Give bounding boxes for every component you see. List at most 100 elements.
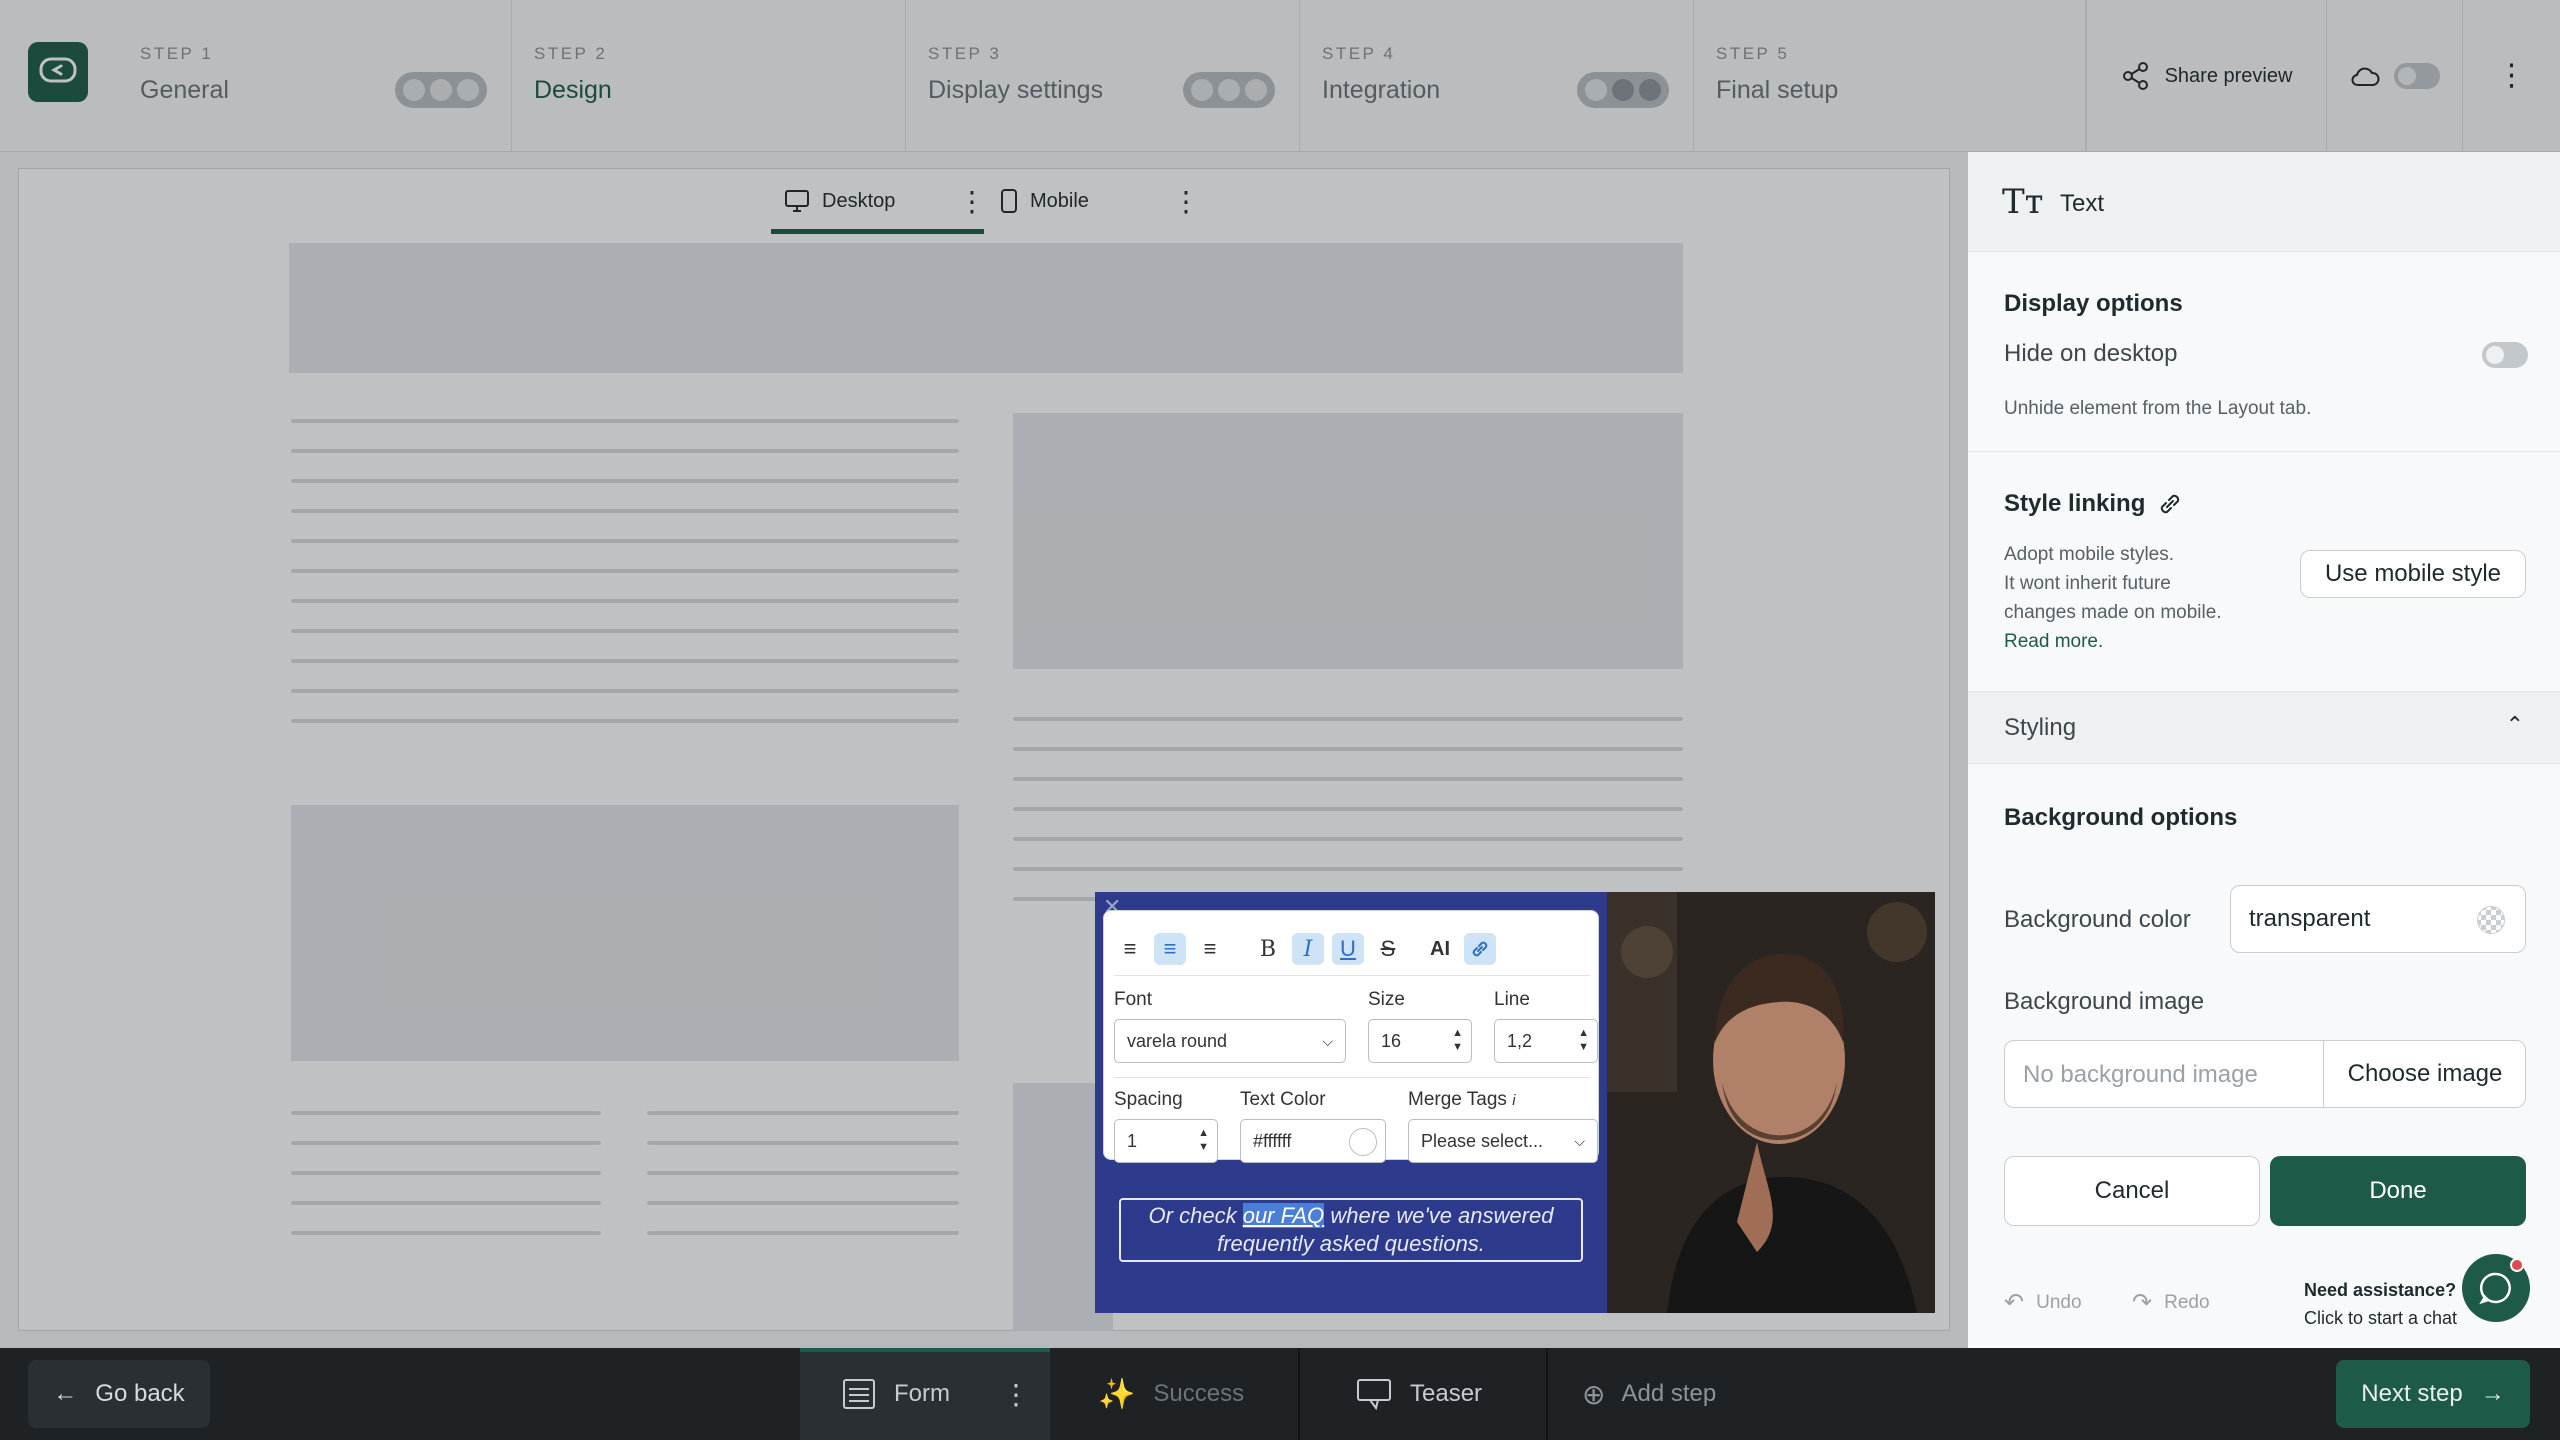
link-icon [2161, 494, 2180, 514]
arrow-left-icon: ← [53, 1380, 78, 1407]
person-image [1607, 892, 1935, 1313]
styling-heading: Styling [2004, 714, 2077, 741]
undo-button[interactable]: ↶ Undo [2004, 1288, 2082, 1317]
popup-content-area: ✕ ≡ ≡ ≡ B I U S AI Font varela round ⌵ S… [1095, 892, 1607, 1313]
stepper-arrows-icon[interactable]: ▲ ▼ [1198, 1126, 1209, 1154]
font-select[interactable]: varela round ⌵ [1114, 1019, 1346, 1063]
align-right-icon[interactable]: ≡ [1194, 933, 1226, 965]
faq-link[interactable]: our FAQ [1242, 1203, 1325, 1228]
ai-icon[interactable]: AI [1424, 933, 1456, 965]
add-step-label: Add step [1621, 1380, 1717, 1407]
use-mobile-style-button[interactable]: Use mobile style [2300, 550, 2526, 598]
merge-tags-label-text: Merge Tags [1408, 1089, 1507, 1110]
plus-circle-icon: ⊕ [1582, 1378, 1606, 1410]
hide-on-desktop-toggle[interactable] [2482, 342, 2528, 368]
read-more-link[interactable]: Read more. [2004, 627, 2222, 656]
color-swatch[interactable] [1349, 1128, 1377, 1156]
transparent-swatch-icon[interactable] [2477, 906, 2505, 934]
hide-on-desktop-label: Hide on desktop [2004, 340, 2178, 367]
done-button[interactable]: Done [2270, 1156, 2526, 1226]
tab-form-label: Form [894, 1380, 950, 1407]
choose-image-button[interactable]: Choose image [2324, 1041, 2526, 1107]
form-icon [843, 1379, 875, 1409]
spacing-value: 1 [1127, 1130, 1138, 1151]
merge-tags-label: Merge Tags i [1408, 1089, 1516, 1111]
info-icon[interactable]: i [1512, 1092, 1515, 1109]
go-back-button[interactable]: ← Go back [28, 1360, 210, 1428]
background-options-heading: Background options [2004, 804, 2238, 831]
assist-title: Need assistance? [2304, 1280, 2457, 1300]
next-step-button[interactable]: Next step → [2336, 1360, 2530, 1428]
go-back-label: Go back [95, 1380, 185, 1407]
bottom-bar: ← Go back Form ⋮ ✨ Success Teaser ⊕ Add … [0, 1348, 2560, 1440]
tab-success[interactable]: ✨ Success [1098, 1348, 1244, 1440]
arrow-right-icon: → [2480, 1380, 2505, 1407]
teaser-icon [1357, 1379, 1391, 1410]
styling-collapse-header[interactable]: Styling ⌃ [1968, 692, 2560, 764]
background-color-value: transparent [2249, 905, 2371, 932]
display-options-heading: Display options [2004, 290, 2183, 317]
kebab-icon[interactable]: ⋮ [1002, 1378, 1030, 1411]
text-format-toolbar: ≡ ≡ ≡ B I U S AI Font varela round ⌵ Siz… [1103, 910, 1599, 1163]
redo-button[interactable]: ↷ Redo [2132, 1288, 2210, 1317]
add-step-button[interactable]: ⊕ Add step [1582, 1348, 1716, 1440]
text-type-icon: Tт [2002, 182, 2044, 222]
chevron-up-icon: ⌃ [2505, 712, 2524, 737]
tab-form-content[interactable]: Form ⋮ [842, 1348, 1030, 1440]
underline-icon[interactable]: U [1332, 933, 1364, 965]
display-options-hint: Unhide element from the Layout tab. [2004, 398, 2312, 419]
line-label: Line [1494, 989, 1530, 1010]
align-left-icon[interactable]: ≡ [1114, 933, 1146, 965]
background-color-input[interactable]: transparent [2230, 885, 2526, 953]
size-label: Size [1368, 989, 1405, 1010]
style-linking-description: Adopt mobile styles. It wont inherit fut… [2004, 540, 2222, 656]
faq-text-after: where we've answered [1330, 1203, 1554, 1228]
spacing-label: Spacing [1114, 1089, 1183, 1110]
undo-label: Undo [2036, 1291, 2082, 1313]
strikethrough-icon[interactable]: S [1372, 933, 1404, 965]
stepper-arrows-icon[interactable]: ▲ ▼ [1452, 1026, 1463, 1054]
background-image-field: No background image Choose image [2004, 1040, 2526, 1108]
merge-tags-select[interactable]: Please select... ⌵ [1408, 1119, 1598, 1163]
text-color-input[interactable]: #ffffff [1240, 1119, 1386, 1163]
tab-teaser-label: Teaser [1410, 1380, 1483, 1407]
redo-icon: ↷ [2132, 1289, 2153, 1316]
chat-launcher-button[interactable] [2462, 1254, 2530, 1322]
italic-icon[interactable]: I [1292, 933, 1324, 965]
style-linking-desc-line: changes made on mobile. [2004, 602, 2222, 623]
font-value: varela round [1127, 1030, 1228, 1051]
text-color-value: #ffffff [1253, 1130, 1292, 1151]
align-center-icon[interactable]: ≡ [1154, 933, 1186, 965]
size-stepper[interactable]: 16 ▲ ▼ [1368, 1019, 1472, 1063]
bold-icon[interactable]: B [1252, 933, 1284, 965]
link-icon[interactable] [1464, 933, 1496, 965]
stepper-arrows-icon[interactable]: ▲ ▼ [1578, 1026, 1589, 1054]
style-linking-header: Style linking [2004, 490, 2183, 518]
undo-icon: ↶ [2004, 1289, 2025, 1316]
chevron-down-icon: ⌵ [1574, 1132, 1585, 1149]
panel-title-bar: Tт Text [1968, 152, 2560, 252]
line-height-stepper[interactable]: 1,2 ▲ ▼ [1494, 1019, 1598, 1063]
style-linking-section: Style linking Adopt mobile styles. It wo… [1968, 452, 2560, 692]
panel-title: Text [2060, 190, 2105, 217]
next-step-label: Next step [2361, 1380, 2463, 1407]
merge-tags-value: Please select... [1421, 1130, 1544, 1151]
faq-text-before: Or check [1148, 1203, 1237, 1228]
cancel-button[interactable]: Cancel [2004, 1156, 2260, 1226]
font-label: Font [1114, 989, 1153, 1010]
style-linking-heading: Style linking [2004, 490, 2146, 517]
faq-text-block[interactable]: Or check our FAQ where we've answered fr… [1119, 1198, 1583, 1262]
style-linking-desc-line: Adopt mobile styles. [2004, 544, 2175, 565]
background-image-label: Background image [2004, 988, 2205, 1015]
text-color-label: Text Color [1240, 1089, 1326, 1110]
chevron-down-icon: ⌵ [1322, 1032, 1333, 1049]
chat-bubble-icon [2479, 1272, 2511, 1305]
chat-assistance[interactable]: Need assistance? Click to start a chat [2304, 1276, 2457, 1332]
popup-preview: ✕ ≡ ≡ ≡ B I U S AI Font varela round ⌵ S… [1095, 892, 1935, 1313]
spacing-stepper[interactable]: 1 ▲ ▼ [1114, 1119, 1218, 1163]
redo-label: Redo [2164, 1291, 2210, 1313]
notification-dot [2510, 1258, 2524, 1272]
tab-teaser[interactable]: Teaser [1356, 1348, 1482, 1440]
size-value: 16 [1381, 1030, 1402, 1051]
party-popper-icon: ✨ [1098, 1377, 1136, 1411]
